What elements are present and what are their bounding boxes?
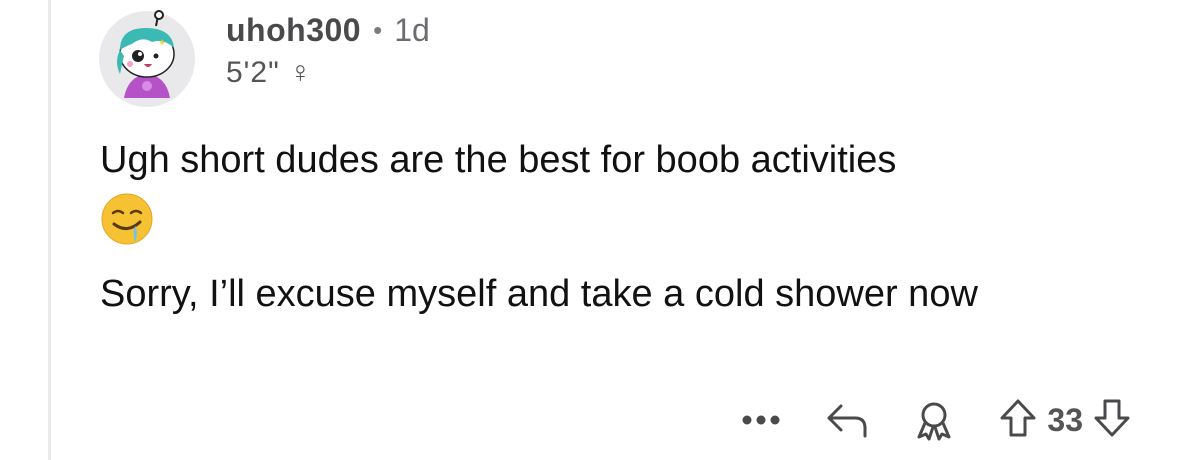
comment-paragraph-2: Sorry, I’ll excuse myself and take a col… <box>100 273 978 315</box>
award-icon <box>917 402 951 441</box>
comment-paragraph-1: Ugh short dudes are the best for boob ac… <box>100 136 1140 246</box>
comment-age: 1d <box>394 12 430 48</box>
reply-arrow-icon <box>827 404 867 438</box>
svg-text:✦: ✦ <box>158 38 166 49</box>
username[interactable]: uhoh300 <box>226 12 361 49</box>
comment-header: uhoh300 • 1d <box>226 12 430 49</box>
reply-button[interactable] <box>825 400 869 440</box>
more-dots-icon <box>742 415 780 425</box>
upvote-button[interactable] <box>999 398 1037 443</box>
vote-controls: 33 <box>999 398 1131 443</box>
comment: ✦ uhoh300 • 1d 5'2" ♀ Ugh short dudes ar… <box>0 0 1179 460</box>
more-button[interactable] <box>741 414 781 426</box>
separator-dot: • <box>373 15 383 45</box>
award-button[interactable] <box>913 399 955 441</box>
downvote-button[interactable] <box>1093 398 1131 443</box>
vote-count: 33 <box>1047 401 1083 438</box>
user-flair: 5'2" ♀ <box>226 56 313 89</box>
user-avatar[interactable]: ✦ <box>98 10 196 108</box>
comment-text-1: Ugh short dudes are the best for boob ac… <box>100 139 897 181</box>
upvote-arrow-icon <box>1000 399 1036 436</box>
comment-actions: 33 <box>697 396 1131 444</box>
avatar-icon: ✦ <box>99 10 195 107</box>
downvote-arrow-icon <box>1094 399 1130 436</box>
drooling-face-emoji <box>101 193 153 245</box>
